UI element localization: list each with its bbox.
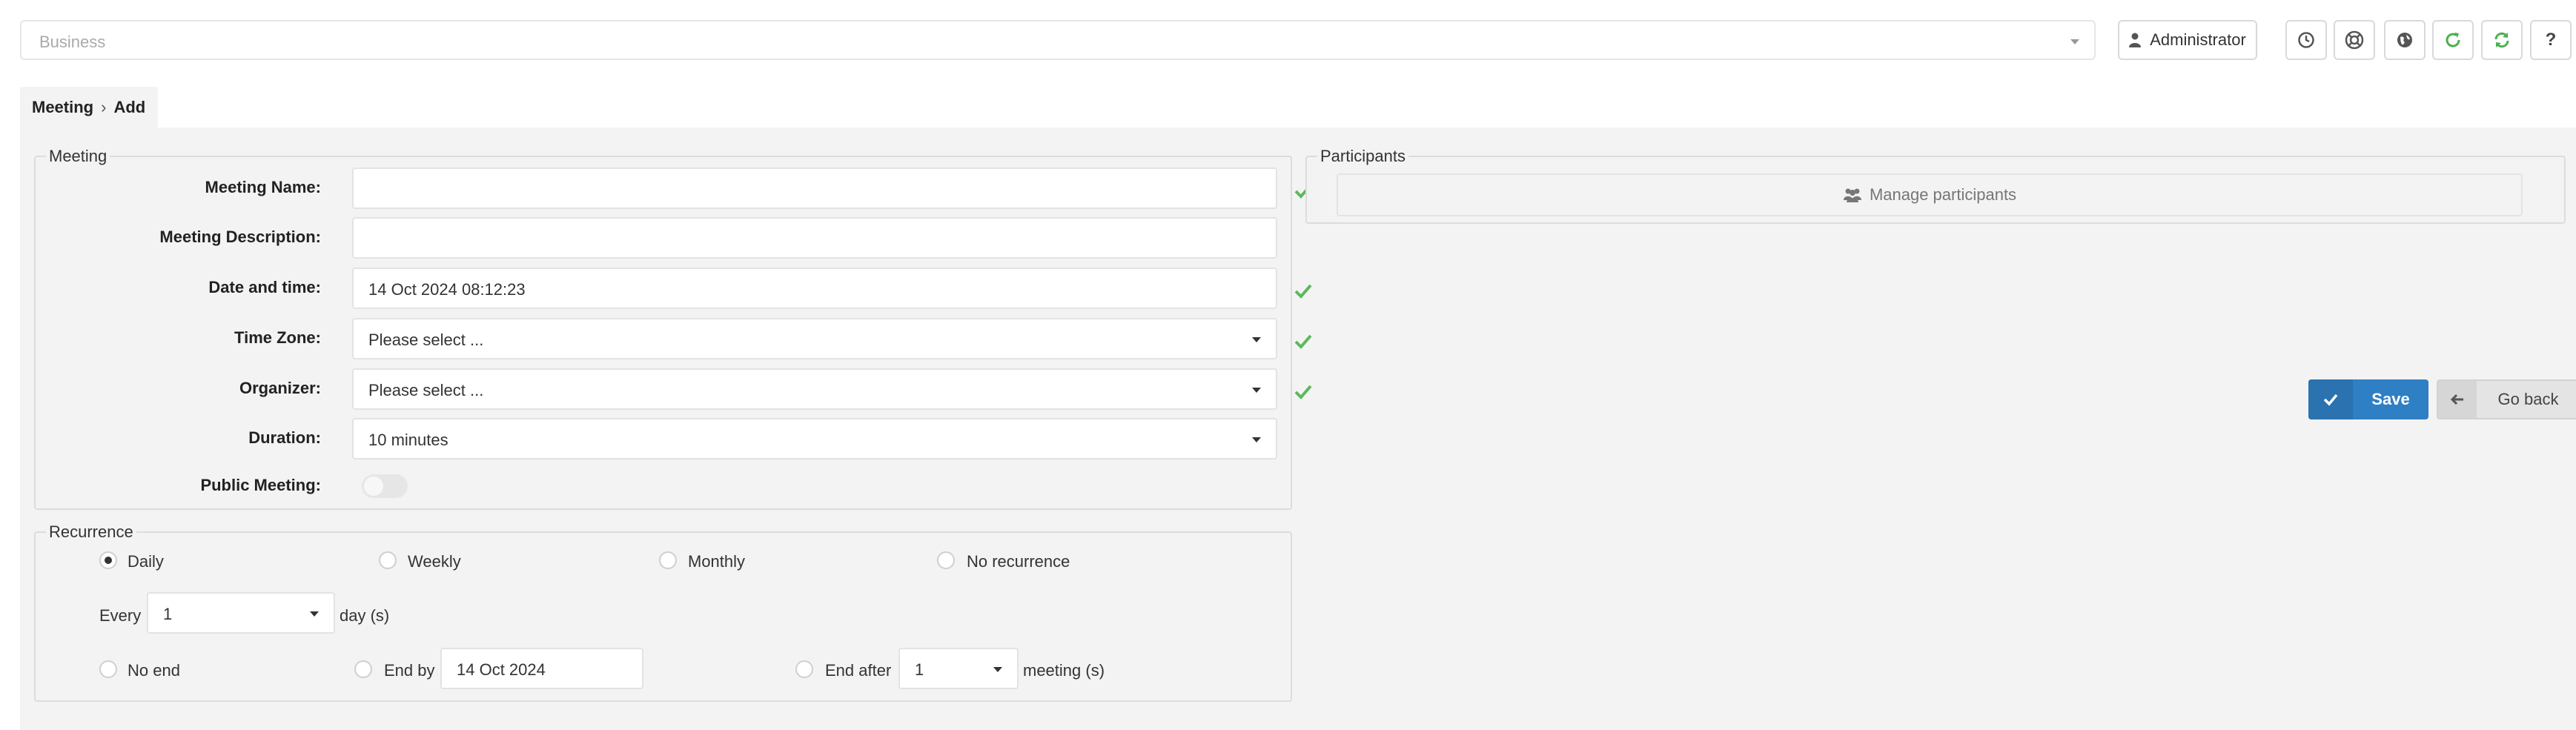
go-back-button[interactable]: Go back	[2437, 379, 2576, 419]
every-value: 1	[163, 605, 173, 623]
clock-icon	[2298, 32, 2314, 48]
toggle-knob	[364, 477, 383, 496]
end-after-value: 1	[915, 660, 924, 679]
chevron-down-icon	[993, 667, 1002, 672]
support-button[interactable]	[2334, 20, 2375, 60]
every-unit-label: day (s)	[340, 606, 390, 625]
chevron-down-icon	[1252, 437, 1261, 442]
no-end-label: No end	[128, 661, 180, 680]
chevron-down-icon	[1252, 388, 1261, 393]
end-by-radio[interactable]	[354, 660, 372, 678]
user-menu-button[interactable]: Administrator	[2118, 20, 2257, 60]
participants-legend: Participants	[1317, 147, 1408, 166]
end-after-select[interactable]: 1	[898, 648, 1019, 689]
organizer-select[interactable]: Please select ...	[352, 368, 1277, 410]
chevron-down-icon	[310, 611, 319, 617]
end-by-date-input[interactable]: 14 Oct 2024	[440, 648, 643, 689]
timezone-label: Time Zone:	[234, 328, 321, 347]
arrow-left-icon	[2438, 381, 2477, 418]
manage-participants-label: Manage participants	[1869, 185, 2017, 204]
meeting-fieldset: Meeting Meeting Name: Meeting Descriptio…	[34, 147, 1312, 510]
recurrence-daily-label: Daily	[128, 552, 164, 571]
participants-fieldset: Participants Manage participants	[1305, 147, 2566, 224]
breadcrumb-current: Add	[113, 97, 146, 116]
recurrence-monthly-label: Monthly	[688, 552, 746, 571]
recurrence-none-label: No recurrence	[967, 552, 1070, 571]
recurrence-weekly-label: Weekly	[408, 552, 461, 571]
public-meeting-label: Public Meeting:	[200, 476, 321, 494]
language-button[interactable]	[2384, 20, 2426, 60]
chevron-down-icon	[1252, 337, 1261, 342]
user-name: Administrator	[2150, 30, 2246, 49]
valid-check-icon	[1294, 284, 1312, 299]
sync-icon	[2494, 32, 2509, 48]
recurrence-weekly-radio[interactable]	[379, 551, 397, 569]
duration-value: 10 minutes	[368, 431, 448, 449]
end-after-label: End after	[825, 661, 892, 680]
datetime-input[interactable]: 14 Oct 2024 08:12:23	[352, 268, 1277, 309]
help-button[interactable]: ?	[2530, 20, 2572, 60]
users-icon	[1843, 188, 1861, 202]
refresh-icon	[2446, 33, 2460, 47]
datetime-label: Date and time:	[208, 278, 321, 296]
end-after-radio[interactable]	[795, 660, 813, 678]
meeting-description-input[interactable]	[352, 217, 1277, 259]
chevron-down-icon	[2070, 39, 2079, 44]
valid-check-icon	[1294, 334, 1312, 349]
meeting-description-label: Meeting Description:	[159, 228, 321, 246]
meeting-name-label: Meeting Name:	[205, 178, 321, 196]
save-label: Save	[2371, 390, 2410, 408]
organizer-value: Please select ...	[368, 381, 484, 399]
valid-check-icon	[1294, 385, 1312, 399]
save-button[interactable]: Save	[2308, 379, 2428, 419]
recurrence-daily-radio[interactable]	[99, 551, 117, 569]
reload-button[interactable]	[2432, 20, 2474, 60]
breadcrumb-parent[interactable]: Meeting	[32, 98, 93, 117]
recurrence-legend: Recurrence	[46, 522, 136, 542]
business-select[interactable]: Business	[20, 20, 2096, 60]
every-label: Every	[99, 606, 142, 625]
organizer-label: Organizer:	[239, 379, 321, 397]
timezone-value: Please select ...	[368, 331, 484, 349]
support-icon	[2345, 30, 2364, 50]
every-select[interactable]: 1	[147, 592, 335, 634]
recurrence-fieldset: Recurrence Daily Weekly Monthly No recur…	[34, 522, 1292, 702]
sync-button[interactable]	[2481, 20, 2523, 60]
public-meeting-toggle[interactable]	[362, 474, 408, 498]
business-select-value: Business	[39, 33, 106, 51]
manage-participants-button[interactable]: Manage participants	[1337, 173, 2523, 216]
timezone-select[interactable]: Please select ...	[352, 318, 1277, 359]
history-button[interactable]	[2285, 20, 2327, 60]
end-by-label: End by	[384, 661, 435, 680]
breadcrumb: Meeting › Add	[20, 87, 158, 127]
main-content: Meeting Meeting Name: Meeting Descriptio…	[20, 127, 2576, 730]
no-end-radio[interactable]	[99, 660, 117, 678]
recurrence-none-radio[interactable]	[937, 551, 955, 569]
meeting-name-input[interactable]	[352, 167, 1277, 209]
go-back-label: Go back	[2497, 390, 2559, 408]
datetime-value: 14 Oct 2024 08:12:23	[368, 280, 526, 299]
check-icon	[2308, 379, 2353, 419]
duration-select[interactable]: 10 minutes	[352, 418, 1277, 459]
globe-icon	[2397, 33, 2412, 47]
end-after-unit-label: meeting (s)	[1023, 661, 1105, 680]
duration-label: Duration:	[248, 428, 321, 447]
meeting-legend: Meeting	[46, 147, 110, 166]
help-icon: ?	[2545, 30, 2557, 50]
end-by-date-value: 14 Oct 2024	[457, 660, 546, 679]
user-icon	[2129, 33, 2142, 47]
breadcrumb-separator-icon: ›	[101, 97, 107, 116]
recurrence-monthly-radio[interactable]	[659, 551, 677, 569]
